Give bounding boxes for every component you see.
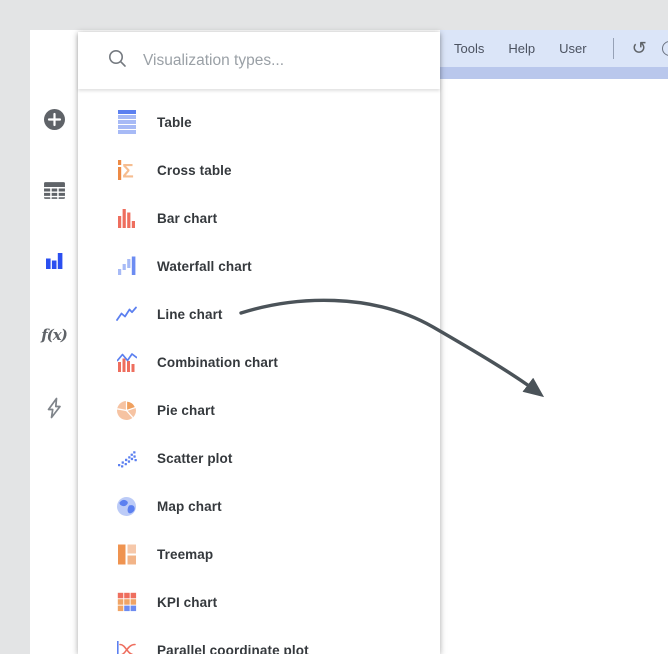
viz-type-scatter-plot[interactable]: Scatter plot	[78, 434, 440, 482]
viz-type-label: Treemap	[157, 546, 214, 562]
window-top-strip	[0, 0, 668, 30]
viz-type-table[interactable]: Table	[78, 98, 440, 146]
parallel-coordinate-plot-icon	[116, 638, 137, 654]
add-visualization-button[interactable]	[30, 102, 78, 136]
viz-type-label: Parallel coordinate plot	[157, 642, 309, 654]
functions-button[interactable]: f(x)	[30, 318, 78, 352]
bar-chart-blue-icon	[43, 250, 65, 272]
waterfall-chart-icon	[116, 254, 137, 278]
search-bar	[78, 32, 440, 89]
top-menu-bar: Tools Help User ↺	[440, 30, 668, 67]
app-window: f(x) Tools Help User ↺ Visualization typ…	[0, 0, 668, 654]
search-input[interactable]	[143, 51, 423, 70]
search-icon	[108, 49, 127, 73]
treemap-icon	[116, 542, 137, 566]
toolbar-accent-strip	[440, 67, 668, 79]
combination-chart-icon	[116, 350, 137, 374]
scatter-plot-icon	[116, 446, 137, 470]
analysis-canvas[interactable]	[440, 79, 668, 654]
viz-type-label: Combination chart	[157, 354, 278, 370]
viz-type-treemap[interactable]: Treemap	[78, 530, 440, 578]
svg-text:Σ: Σ	[122, 162, 133, 182]
viz-type-combination-chart[interactable]: Combination chart	[78, 338, 440, 386]
visualization-types-button[interactable]	[30, 244, 78, 278]
menu-user[interactable]: User	[547, 41, 598, 56]
data-table-button[interactable]	[30, 173, 78, 207]
menu-help[interactable]: Help	[496, 41, 547, 56]
cross-table-icon: Σ	[116, 158, 137, 182]
redo-icon[interactable]	[662, 41, 668, 56]
visualization-type-list: Table Σ Cross table Bar chart Waterfall …	[78, 89, 440, 654]
viz-type-label: Line chart	[157, 306, 223, 322]
viz-type-label: Table	[157, 114, 192, 130]
viz-type-bar-chart[interactable]: Bar chart	[78, 194, 440, 242]
viz-type-map-chart[interactable]: Map chart	[78, 482, 440, 530]
viz-type-waterfall-chart[interactable]: Waterfall chart	[78, 242, 440, 290]
line-chart-icon	[116, 302, 137, 326]
viz-type-line-chart[interactable]: Line chart	[78, 290, 440, 338]
table-icon	[116, 110, 137, 134]
menu-separator	[612, 38, 614, 59]
viz-type-label: Scatter plot	[157, 450, 233, 466]
menu-tools[interactable]: Tools	[440, 41, 496, 56]
undo-icon[interactable]: ↺	[632, 39, 647, 58]
viz-type-label: Pie chart	[157, 402, 215, 418]
viz-type-label: Map chart	[157, 498, 222, 514]
actions-button[interactable]	[30, 391, 78, 425]
lightning-bolt-icon	[44, 397, 64, 419]
authoring-sidebar: f(x)	[30, 30, 78, 654]
viz-type-pie-chart[interactable]: Pie chart	[78, 386, 440, 434]
fx-icon: f(x)	[41, 326, 68, 344]
viz-type-parallel-coordinate-plot[interactable]: Parallel coordinate plot	[78, 626, 440, 654]
data-table-icon	[43, 179, 66, 202]
kpi-chart-icon	[116, 590, 137, 614]
pie-chart-icon	[116, 398, 137, 422]
viz-type-label: Bar chart	[157, 210, 218, 226]
bar-chart-icon	[116, 206, 137, 230]
plus-circle-icon	[43, 108, 66, 131]
visualization-types-panel: Table Σ Cross table Bar chart Waterfall …	[78, 32, 440, 654]
viz-type-kpi-chart[interactable]: KPI chart	[78, 578, 440, 626]
viz-type-label: Waterfall chart	[157, 258, 252, 274]
left-edge-strip	[0, 30, 30, 654]
viz-type-label: KPI chart	[157, 594, 218, 610]
viz-type-label: Cross table	[157, 162, 232, 178]
viz-type-cross-table[interactable]: Σ Cross table	[78, 146, 440, 194]
map-chart-icon	[116, 494, 137, 518]
